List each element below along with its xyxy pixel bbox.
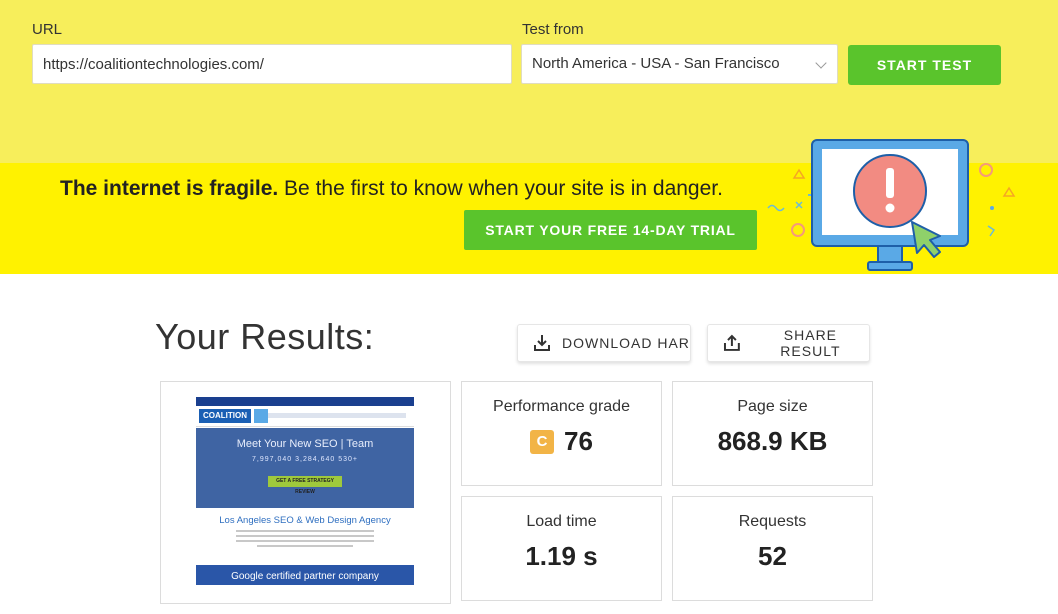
page-size-label: Page size — [737, 398, 808, 415]
thumb-navbar: COALITION — [196, 397, 414, 427]
test-location-select[interactable]: North America - USA - San Francisco — [521, 44, 838, 84]
share-icon — [723, 334, 740, 351]
page-size-value: 868.9 KB — [717, 426, 828, 456]
requests-card: Requests 52 — [672, 496, 873, 601]
url-label: URL — [32, 21, 63, 38]
thumb-nav-links — [256, 413, 406, 418]
thumb-logo: COALITION — [199, 409, 251, 423]
chevron-down-icon — [815, 57, 827, 69]
thumb-nav-active — [254, 409, 268, 423]
thumb-stats: 7,997,040 3,284,640 530+ — [252, 456, 358, 463]
thumb-cta: GET A FREE STRATEGY REVIEW — [268, 476, 342, 495]
thumb-hero: Meet Your New SEO | Team 7,997,040 3,284… — [196, 428, 414, 508]
performance-grade-card: Performance grade C 76 — [461, 381, 662, 486]
performance-score: 76 — [564, 426, 593, 456]
thumb-top-strip — [196, 397, 414, 406]
share-result-button[interactable]: SHARE RESULT — [707, 324, 870, 362]
load-time-label: Load time — [526, 513, 597, 530]
thumb-hero-title: Meet Your New SEO | Team — [236, 438, 374, 450]
url-input[interactable] — [32, 44, 512, 84]
start-test-button[interactable]: START TEST — [848, 45, 1001, 85]
test-location-value: North America - USA - San Francisco — [532, 55, 780, 72]
thumb-subtitle: Los Angeles SEO & Web Design Agency — [219, 515, 391, 526]
results-title: Your Results: — [155, 316, 375, 357]
site-screenshot[interactable]: COALITION Meet Your New SEO | Team 7,997… — [196, 397, 414, 585]
test-from-label: Test from — [522, 21, 584, 38]
download-icon — [534, 335, 550, 351]
page-size-card: Page size 868.9 KB — [672, 381, 873, 486]
thumb-body-text — [236, 530, 374, 547]
requests-label: Requests — [738, 513, 807, 530]
thumb-footer: Google certified partner company — [196, 565, 414, 585]
share-result-label: SHARE RESULT — [780, 327, 841, 359]
promo-message: The internet is fragile. Be the first to… — [60, 177, 723, 201]
grade-badge: C — [530, 430, 555, 454]
free-trial-button[interactable]: START YOUR FREE 14-DAY TRIAL — [464, 210, 757, 250]
performance-grade-label: Performance grade — [493, 398, 630, 415]
promo-body: Be the first to know when your site is i… — [278, 177, 723, 200]
alert-monitor-illustration — [767, 139, 1016, 271]
download-har-button[interactable]: DOWNLOAD HAR — [517, 324, 691, 362]
download-har-label: DOWNLOAD HAR — [562, 335, 690, 351]
promo-headline: The internet is fragile. — [60, 177, 279, 200]
requests-value: 52 — [758, 541, 787, 571]
performance-grade-value: C 76 — [462, 426, 661, 457]
load-time-value: 1.19 s — [525, 541, 598, 571]
load-time-card: Load time 1.19 s — [461, 496, 662, 601]
